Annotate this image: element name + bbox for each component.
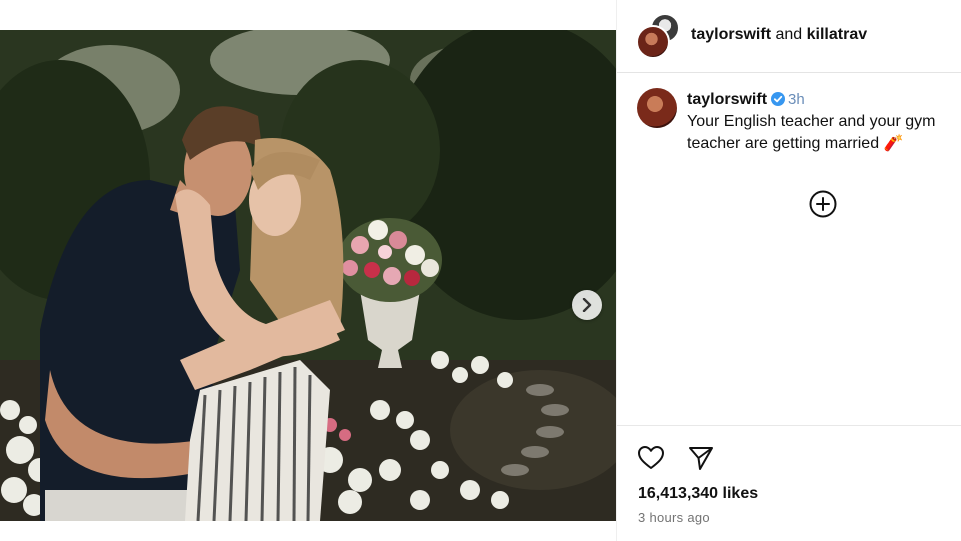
photo-illustration (0, 30, 616, 521)
carousel-next-button[interactable] (572, 290, 602, 320)
author-conjunction: and (775, 26, 803, 43)
post-header: taylorswift and killatrav (617, 0, 961, 73)
share-button[interactable] (687, 444, 715, 472)
chevron-right-icon (582, 298, 592, 312)
caption-text: Your English teacher and your gym teache… (687, 113, 936, 152)
post-time-ago[interactable]: 3 hours ago (638, 510, 710, 525)
post-authors: taylorswift and killatrav (691, 26, 867, 44)
caption-timestamp[interactable]: 3h (788, 91, 805, 108)
send-icon (689, 447, 713, 470)
collab-avatars[interactable] (636, 13, 680, 59)
post-side-panel: taylorswift and killatrav taylorswift 3h… (616, 0, 961, 541)
like-button[interactable] (637, 444, 665, 472)
post-photo[interactable] (0, 30, 616, 521)
heart-icon (638, 446, 664, 469)
verified-badge-icon (771, 92, 786, 106)
post-caption: taylorswift 3h Your English teacher and … (687, 89, 961, 155)
post-actions (637, 444, 715, 472)
author-username[interactable]: taylorswift (691, 26, 771, 43)
avatar[interactable] (637, 88, 677, 128)
load-more-comments-button[interactable] (808, 189, 838, 219)
divider (617, 425, 961, 426)
avatar (636, 25, 670, 59)
plus-circle-icon (809, 190, 837, 218)
caption-username[interactable]: taylorswift (687, 91, 767, 108)
collaborator-username[interactable]: killatrav (807, 26, 867, 43)
likes-count[interactable]: 16,413,340 likes (638, 485, 758, 503)
